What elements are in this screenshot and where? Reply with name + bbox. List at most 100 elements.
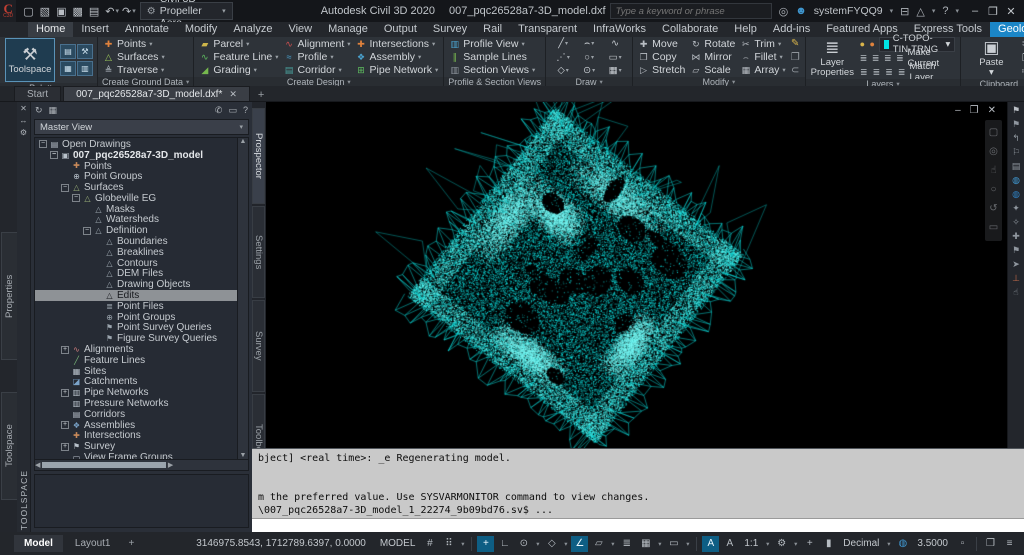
ribbon-tab-home[interactable]: Home — [28, 22, 73, 37]
clean-screen-icon[interactable]: ❐ — [982, 536, 999, 552]
match-properties-icon[interactable]: ✎ — [791, 38, 799, 49]
ribbon-tab-insert[interactable]: Insert — [73, 22, 117, 37]
tree-item[interactable]: ▭View Frame Groups — [35, 452, 237, 459]
isolate-objects-icon[interactable]: ▫ — [954, 536, 971, 552]
globe-icon[interactable]: ◍ — [1012, 189, 1020, 199]
search-input[interactable] — [610, 3, 772, 19]
tree-item[interactable]: −▣007_pqc26528a7-3D_model — [35, 150, 237, 161]
polar-tracking-icon[interactable]: ⊙ — [515, 536, 532, 552]
showmotion-icon[interactable]: ▭ — [989, 223, 998, 233]
compass-star-icon[interactable]: ✦ — [1012, 203, 1020, 213]
geo-globe-icon[interactable]: ◍ — [1012, 175, 1020, 185]
sheet-set-manager-icon[interactable]: ▦ — [60, 61, 76, 76]
units-value[interactable]: Decimal — [839, 538, 883, 549]
drawing-viewport[interactable]: –❐✕ ▢◎☝○↺▭ ⚑⚑↰⚐▤◍◍✦✧✚⚑➤⊥☝ — [266, 102, 1024, 448]
units-value-dropdown[interactable]: ▾ — [885, 540, 892, 548]
tree-item[interactable]: △Boundaries — [35, 236, 237, 247]
tree-item[interactable]: △Masks — [35, 204, 237, 215]
scroll-left-icon[interactable]: ◀ — [35, 461, 40, 469]
cogo-point-icon[interactable]: ✚ — [1012, 231, 1020, 241]
workspace-dropdown-icon[interactable]: ▾ — [222, 7, 226, 15]
health-report-icon[interactable]: △ — [916, 5, 924, 18]
tree-horizontal-scrollbar[interactable]: ◀ ▶ — [34, 460, 249, 471]
tree-item[interactable]: ✚Points — [35, 161, 237, 172]
navigation-wheel-icon[interactable]: ◎ — [989, 147, 998, 157]
tree-item[interactable]: −△Surfaces — [35, 182, 237, 193]
revcloud-icon[interactable]: ∿ — [603, 38, 627, 49]
ribbon-tab-collaborate[interactable]: Collaborate — [654, 22, 726, 37]
layout-tab-layout1[interactable]: Layout1 — [65, 535, 121, 552]
layer-isolate-icon[interactable]: ≣ — [871, 53, 880, 64]
pan-icon[interactable]: ☝ — [990, 166, 996, 176]
quickcalc-icon[interactable]: ▥ — [77, 61, 93, 76]
view-selector-dropdown[interactable]: Master View ▾ — [34, 119, 249, 135]
layer-thaw-icon[interactable]: ≣ — [872, 67, 882, 78]
alignment-button[interactable]: ∿Alignment▾ — [284, 38, 351, 50]
tree-item[interactable]: △Watersheds — [35, 215, 237, 226]
rotate-button[interactable]: ↻Rotate — [690, 38, 735, 50]
layer-off-icon[interactable]: ≣ — [859, 53, 868, 64]
restore-button[interactable]: ❐ — [984, 5, 1002, 18]
account-dropdown-icon[interactable]: ▾ — [890, 7, 894, 15]
ribbon-tab-transparent[interactable]: Transparent — [510, 22, 585, 37]
paste-button[interactable]: ▣Paste▾ — [966, 38, 1016, 78]
layer-unisolate-icon[interactable]: ≣ — [859, 67, 869, 78]
point-select-icon[interactable]: ☝ — [1013, 287, 1018, 297]
ts-refresh-icon[interactable]: ↻ — [35, 105, 43, 116]
open-icon[interactable]: ▧ — [37, 5, 53, 18]
app-store-cart-icon[interactable]: ⊟ — [900, 5, 909, 18]
tool-palettes-icon[interactable]: ⚒ — [77, 44, 93, 59]
scrollbar-thumb[interactable] — [42, 462, 166, 468]
corridor-button[interactable]: ▤Corridor▾ — [284, 64, 351, 76]
fillet-button[interactable]: ⌢Fillet▾ — [740, 51, 785, 63]
layer-freeze-icon[interactable]: ≣ — [883, 53, 892, 64]
tree-expander-icon[interactable]: − — [50, 151, 58, 159]
tree-item[interactable]: △DEM Files — [35, 269, 237, 280]
next-icon[interactable]: ➤ — [1012, 259, 1020, 269]
vp-close-icon[interactable]: ✕ — [988, 105, 996, 116]
new-drawing-tab-button[interactable]: + — [252, 89, 270, 101]
command-input[interactable] — [252, 518, 1024, 533]
ribbon-tab-survey[interactable]: Survey — [425, 22, 475, 37]
sign-in-icon[interactable]: ☻ — [795, 5, 807, 18]
close-tab-icon[interactable]: ✕ — [229, 89, 237, 100]
scale-button[interactable]: ▱Scale — [690, 64, 735, 76]
tree-item[interactable]: ≣Point Files — [35, 301, 237, 312]
tree-item[interactable]: +⚑Survey — [35, 441, 237, 452]
scroll-up-icon[interactable]: ▲ — [240, 138, 247, 145]
layer-match-icon[interactable]: ≣ — [897, 67, 907, 78]
tree-expander-icon[interactable]: + — [61, 389, 69, 397]
ribbon-tab-geolocation[interactable]: Geolocation — [990, 22, 1024, 37]
profile-view-button[interactable]: ▥Profile View▾ — [449, 38, 535, 50]
tree-item[interactable]: +▥Pipe Networks — [35, 387, 237, 398]
minimize-button[interactable]: – — [966, 5, 984, 18]
traverse-button[interactable]: ≜Traverse▾ — [103, 64, 165, 76]
explode-icon[interactable]: ❐ — [791, 52, 800, 63]
help-icon[interactable]: ? — [942, 5, 948, 17]
benchmark-icon[interactable]: ⊥ — [1012, 273, 1020, 283]
tree-item[interactable]: ▦Sites — [35, 366, 237, 377]
polygon-icon[interactable]: ◇▾ — [551, 65, 575, 76]
close-button[interactable]: ✕ — [1002, 5, 1020, 18]
profile-button[interactable]: ≈Profile▾ — [284, 51, 351, 63]
tree-item[interactable]: ╱Feature Lines — [35, 355, 237, 366]
account-label[interactable]: systemFYQQ9 — [814, 5, 883, 17]
binoculars-search-icon[interactable]: ◎ — [779, 5, 789, 18]
save-as-icon[interactable]: ▩ — [69, 5, 85, 18]
grid-display-icon[interactable]: # — [421, 536, 438, 552]
workspace-switching-icon[interactable]: ⚙ — [773, 536, 790, 552]
star-outline-icon[interactable]: ✧ — [1012, 217, 1020, 227]
scroll-down-icon[interactable]: ▼ — [240, 452, 247, 459]
isometric-drafting-icon-dropdown[interactable]: ▾ — [562, 540, 569, 548]
app-logo[interactable]: C C3D — [0, 0, 16, 22]
units-icon[interactable]: ▮ — [820, 536, 837, 552]
hatch-icon[interactable]: ▦▾ — [603, 65, 627, 76]
station-flag-icon[interactable]: ⚑ — [1012, 119, 1020, 129]
vp-minimize-icon[interactable]: – — [955, 105, 961, 116]
tree-item[interactable]: △Edits — [35, 290, 237, 301]
isometric-drafting-icon[interactable]: ◇ — [543, 536, 560, 552]
scroll-right-icon[interactable]: ▶ — [168, 461, 173, 469]
ts-panorama-icon[interactable]: ▭ — [228, 105, 237, 116]
parcel-button[interactable]: ▰Parcel▾ — [199, 38, 278, 50]
tree-item[interactable]: +❖Assemblies — [35, 420, 237, 431]
